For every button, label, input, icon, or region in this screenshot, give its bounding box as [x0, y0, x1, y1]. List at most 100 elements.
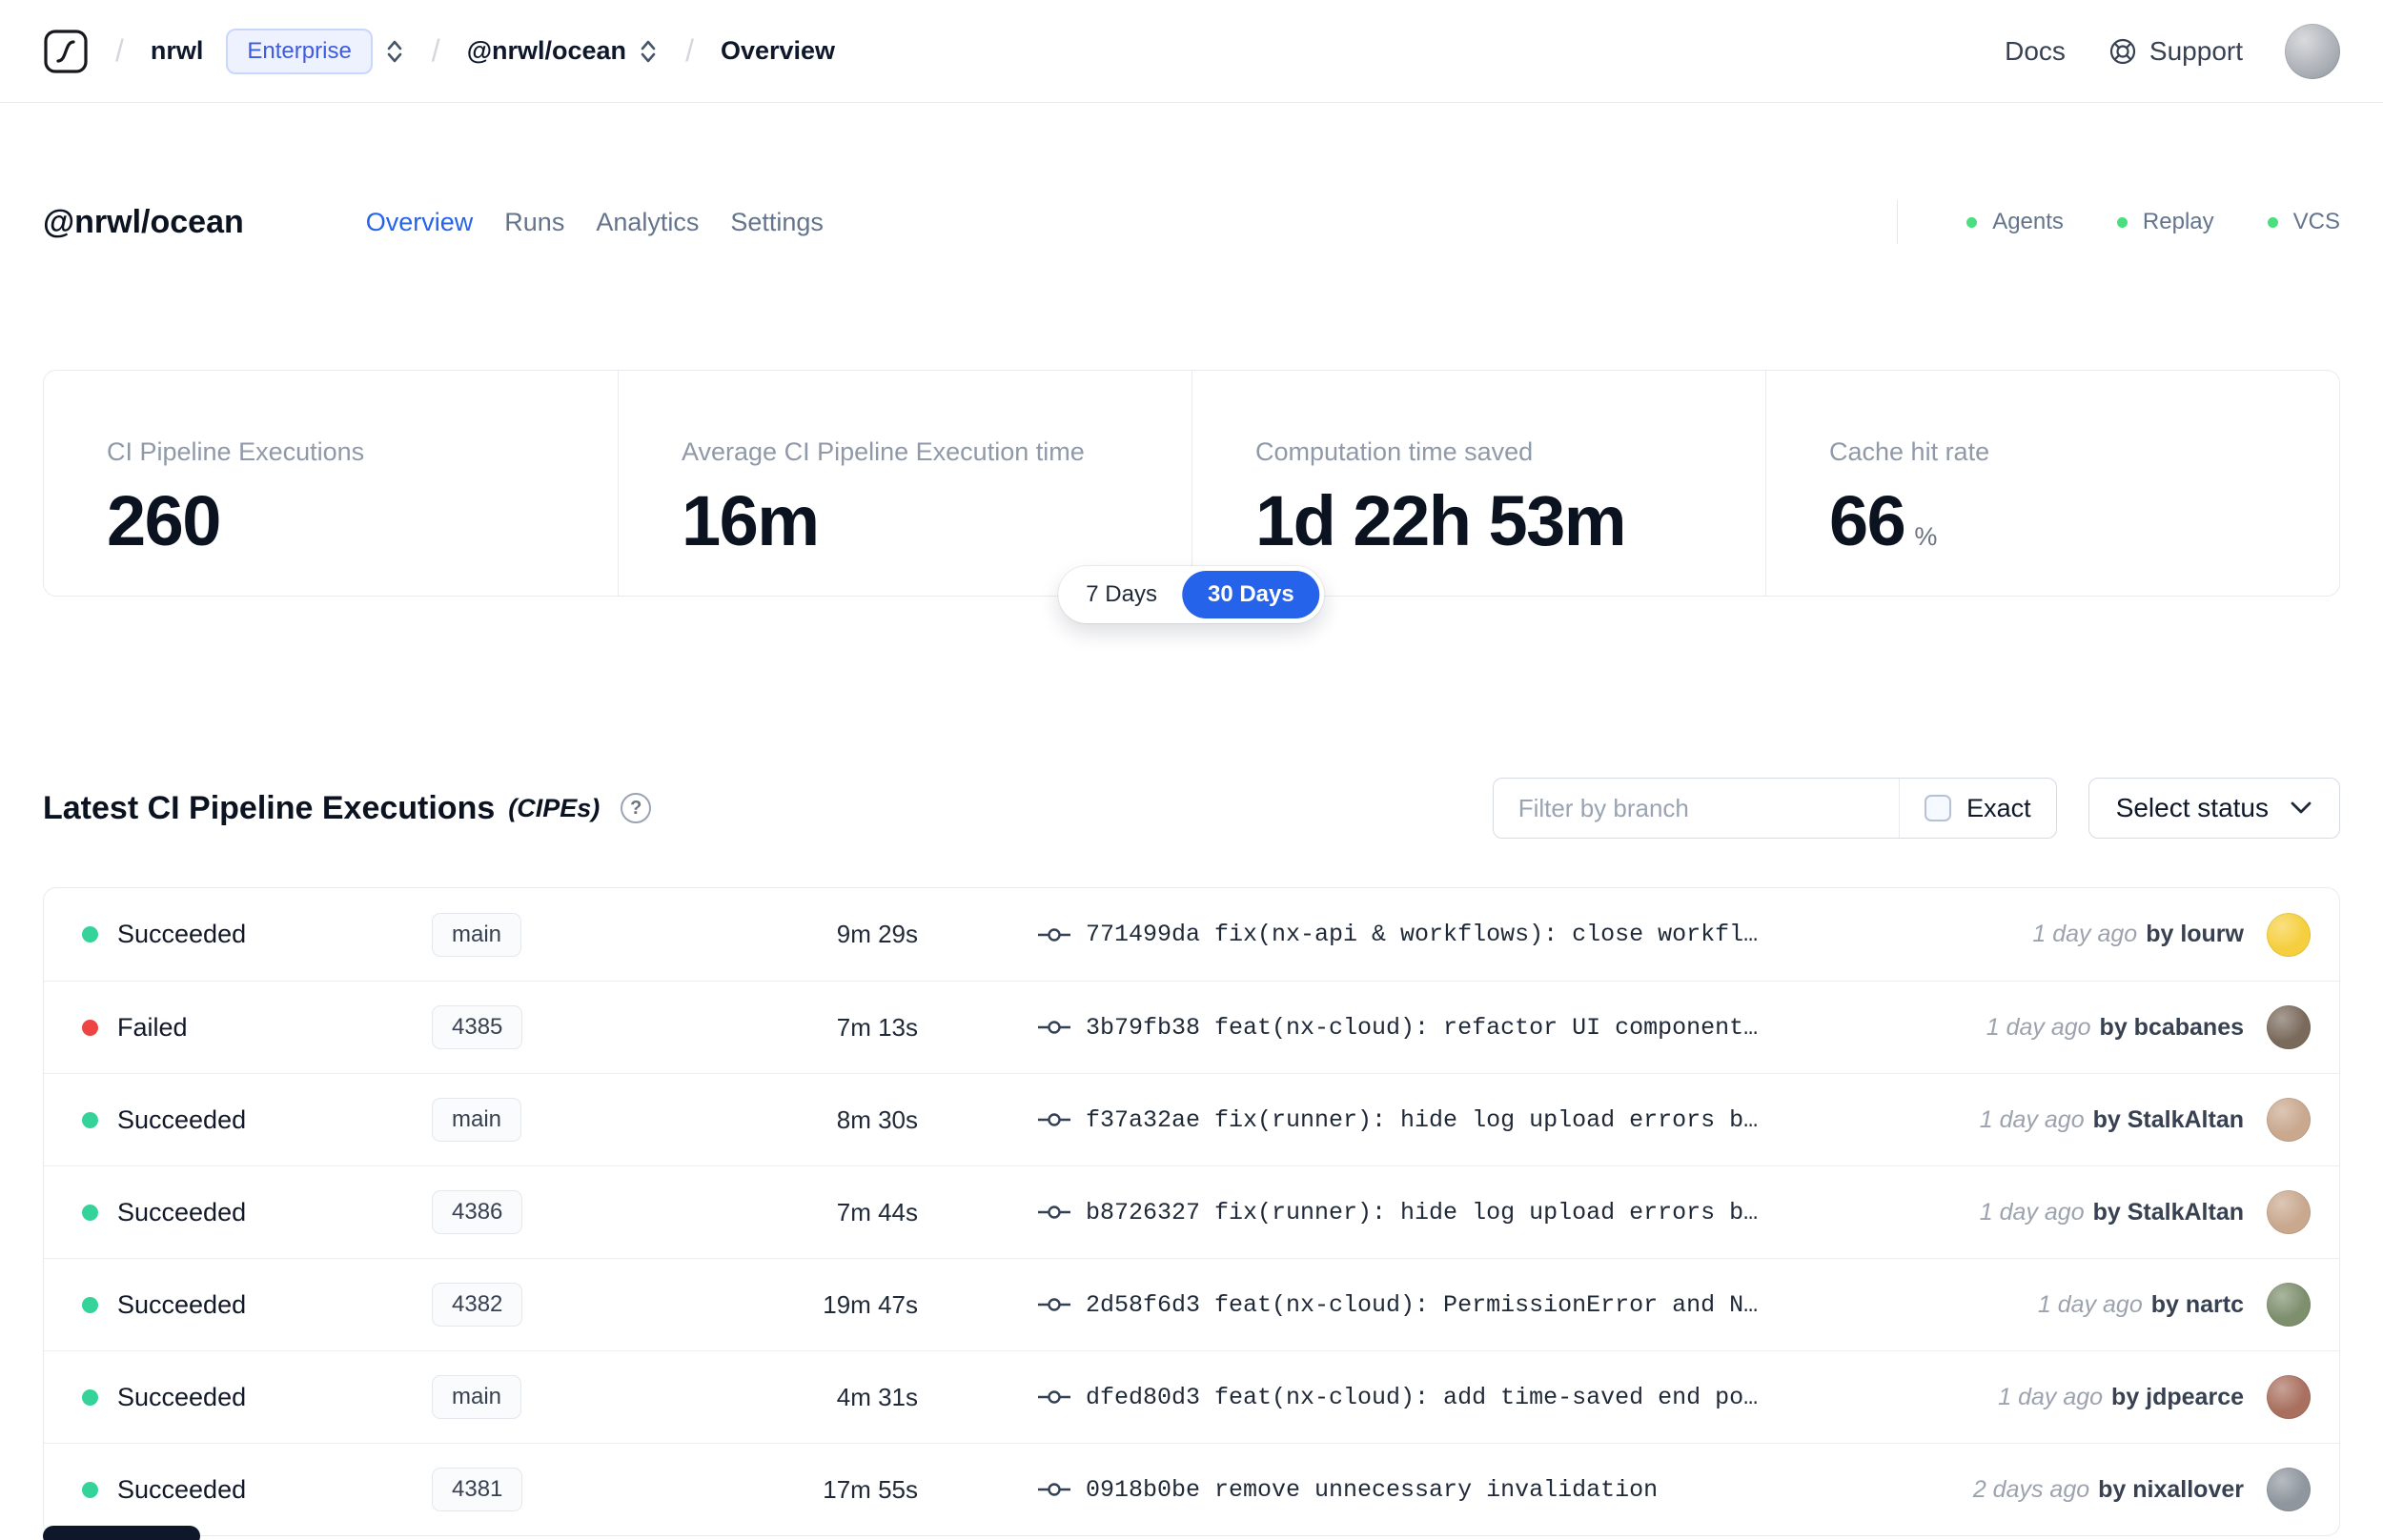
exact-toggle: Exact: [1899, 779, 2056, 838]
topbar-right: Docs Support: [2005, 23, 2340, 79]
git-commit-icon: [1038, 1206, 1070, 1219]
branch-cell: 4381: [432, 1468, 718, 1511]
workspace-selector-button[interactable]: [626, 36, 659, 67]
cipe-time: 1 day ago: [1979, 1105, 2085, 1133]
stat-number: 66: [1829, 481, 1906, 560]
tab-runs[interactable]: Runs: [504, 208, 564, 237]
nx-cloud-logo-icon[interactable]: [43, 29, 89, 74]
cipe-row[interactable]: Succeeded 4386 7m 44s b8726327 fix(runne…: [44, 1165, 2339, 1258]
cipe-author: by nartc: [2150, 1290, 2244, 1318]
status-dot: [82, 1111, 98, 1128]
cipe-author: by jdpearce: [2111, 1383, 2244, 1410]
branch-badge: main: [432, 1375, 522, 1419]
breadcrumb-workspace[interactable]: @nrwl/ocean: [467, 36, 626, 66]
branch-filter-group: Exact: [1492, 778, 2057, 839]
breadcrumb-separator: /: [115, 33, 124, 68]
git-commit-icon: [1038, 1298, 1070, 1311]
commit-message: 3b79fb38 feat(nx-cloud): refactor UI com…: [1086, 1013, 1759, 1042]
avatar: [2267, 1098, 2311, 1142]
branch-cell: main: [432, 1375, 718, 1419]
cipe-status: Succeeded: [117, 1289, 247, 1319]
cipe-duration: 7m 13s: [836, 1012, 918, 1042]
status-link-vcs[interactable]: VCS: [2267, 209, 2340, 235]
stat-card-time-saved: Computation time saved 1d 22h 53m: [1192, 371, 1765, 596]
cipes-controls: Exact Select status: [1492, 778, 2340, 839]
cipe-row[interactable]: Succeeded 4382 19m 47s 2d58f6d3 feat(nx-…: [44, 1258, 2339, 1350]
stat-label: CI Pipeline Executions: [107, 437, 365, 466]
cipe-meta: 1 day ago by StalkAltan: [1980, 1106, 2244, 1134]
support-label: Support: [2149, 35, 2243, 66]
branch-filter-input[interactable]: [1493, 779, 1900, 838]
user-avatar[interactable]: [2285, 23, 2340, 79]
cipe-time: 2 days ago: [1972, 1475, 2090, 1503]
docs-link[interactable]: Docs: [2005, 36, 2066, 67]
status-dot: [82, 1481, 98, 1498]
stat-value: 260: [107, 481, 221, 560]
green-dot-icon: [2267, 216, 2278, 228]
branch-cell: main: [432, 912, 718, 957]
stat-card-cache-hit: Cache hit rate 66 %: [1765, 371, 2339, 596]
avatar: [2267, 1468, 2311, 1511]
org-selector-button[interactable]: [373, 36, 405, 67]
status-label: Agents: [1992, 209, 2064, 234]
cipe-table: Succeeded main 9m 29s 771499da fix(nx-ap…: [43, 887, 2340, 1536]
cipe-row[interactable]: Succeeded main 8m 30s f37a32ae fix(runne…: [44, 1073, 2339, 1165]
cipe-time: 1 day ago: [1998, 1383, 2104, 1410]
git-commit-icon: [1038, 927, 1070, 942]
cipes-header: Latest CI Pipeline Executions (CIPEs) ? …: [0, 778, 2383, 839]
tab-overview[interactable]: Overview: [366, 208, 474, 237]
scrollbar-thumb[interactable]: [43, 1526, 200, 1540]
range-7-days-button[interactable]: 7 Days: [1063, 571, 1180, 618]
cipe-meta: 1 day ago by StalkAltan: [1980, 1199, 2244, 1226]
status-link-replay[interactable]: Replay: [2116, 209, 2214, 235]
cipe-row[interactable]: Succeeded main 4m 31s dfed80d3 feat(nx-c…: [44, 1350, 2339, 1443]
breadcrumb-org[interactable]: nrwl: [151, 36, 204, 66]
stat-value: 66 %: [1829, 480, 2339, 561]
enterprise-badge[interactable]: Enterprise: [226, 28, 373, 74]
cipe-time: 1 day ago: [1979, 1198, 2085, 1226]
cipes-title: Latest CI Pipeline Executions: [43, 789, 496, 826]
git-commit-icon: [1038, 1021, 1070, 1034]
tab-analytics[interactable]: Analytics: [596, 208, 699, 237]
commit-message: b8726327 fix(runner): hide log upload er…: [1086, 1198, 1759, 1226]
branch-badge: 4385: [432, 1005, 523, 1049]
commit-message: dfed80d3 feat(nx-cloud): add time-saved …: [1086, 1383, 1759, 1411]
exact-label: Exact: [1966, 793, 2031, 822]
support-link[interactable]: Support: [2108, 36, 2243, 67]
status-dot: [82, 1019, 98, 1036]
help-icon[interactable]: ?: [621, 793, 652, 823]
stat-label: Average CI Pipeline Execution time: [682, 437, 1085, 466]
cipe-row[interactable]: Failed 4385 7m 13s 3b79fb38 feat(nx-clou…: [44, 981, 2339, 1073]
stat-label: Cache hit rate: [1829, 437, 1990, 466]
vertical-divider: [1897, 200, 1899, 244]
breadcrumb-separator: /: [685, 33, 694, 68]
cipe-row[interactable]: Succeeded 4381 17m 55s 0918b0be remove u…: [44, 1443, 2339, 1535]
cipe-meta: 1 day ago by bcabanes: [1986, 1014, 2244, 1042]
status-select-dropdown[interactable]: Select status: [2088, 778, 2340, 839]
workspace-header: @nrwl/ocean Overview Runs Analytics Sett…: [0, 200, 2383, 244]
branch-badge: 4381: [432, 1468, 523, 1511]
cipe-duration: 19m 47s: [823, 1289, 918, 1319]
cipe-meta: 1 day ago by jdpearce: [1998, 1384, 2244, 1411]
tab-settings[interactable]: Settings: [730, 208, 824, 237]
git-commit-icon: [1038, 1113, 1070, 1126]
branch-badge: 4386: [432, 1190, 523, 1234]
workspace-title: @nrwl/ocean: [43, 203, 244, 240]
status-link-agents[interactable]: Agents: [1966, 209, 2064, 235]
branch-badge: main: [432, 1098, 522, 1142]
avatar: [2267, 912, 2311, 957]
avatar: [2267, 1190, 2311, 1234]
cipe-meta: 1 day ago by lourw: [2032, 921, 2244, 948]
stat-suffix: %: [1914, 522, 1938, 551]
date-range-toggle: 7 Days 30 Days: [1058, 566, 1325, 623]
cipe-time: 1 day ago: [2037, 1290, 2143, 1318]
range-30-days-button[interactable]: 30 Days: [1181, 571, 1320, 618]
cipe-row[interactable]: Succeeded main 9m 29s 771499da fix(nx-ap…: [44, 888, 2339, 981]
chevron-updown-icon: [387, 40, 402, 62]
chevron-updown-icon: [641, 40, 656, 62]
stat-label: Computation time saved: [1255, 437, 1534, 466]
commit-message: 2d58f6d3 feat(nx-cloud): PermissionError…: [1086, 1290, 1759, 1319]
exact-checkbox[interactable]: [1925, 795, 1952, 821]
cipes-subtitle: (CIPEs): [508, 793, 601, 822]
cipe-status: Succeeded: [117, 1197, 247, 1226]
